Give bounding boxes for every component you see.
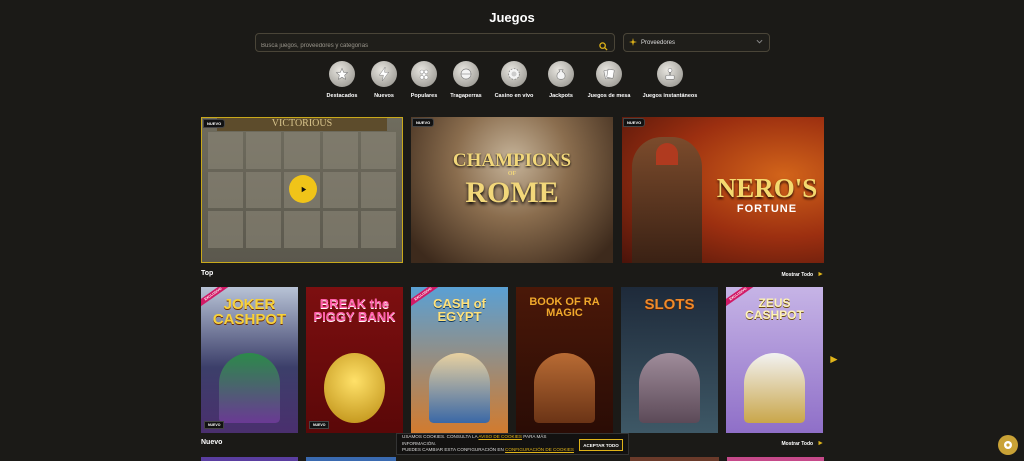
new-game-tile[interactable] xyxy=(630,457,719,461)
new-game-tile[interactable] xyxy=(727,457,824,461)
cleopatra-illustration xyxy=(429,353,490,423)
show-all-top-link[interactable]: Mostrar Todo ► xyxy=(781,271,824,278)
play-icon xyxy=(301,186,306,192)
chat-icon xyxy=(1004,441,1012,449)
explorer-illustration xyxy=(534,353,595,423)
game-tile-slots[interactable]: SLOTS xyxy=(621,287,718,433)
cookie-settings-link[interactable]: CONFIGURACIÓN DE COOKIES xyxy=(505,447,574,452)
new-badge: NUEVO xyxy=(412,118,435,127)
game-logo: VICTORIOUS xyxy=(217,118,387,131)
top-games-carousel: EXCLUSIVO JOKER CASHPOT NUEVO BREAK the … xyxy=(201,287,824,433)
warrior-illustration xyxy=(632,137,702,263)
section-title-top: Top xyxy=(201,270,214,277)
new-badge: NUEVO xyxy=(623,118,646,127)
arrow-right-icon: ► xyxy=(817,271,824,278)
game-tile-zeus-cashpot[interactable]: EXCLUSIVO ZEUS CASHPOT xyxy=(726,287,823,433)
accept-all-button[interactable]: ACEPTAR TODO xyxy=(579,439,623,451)
piggy-illustration xyxy=(324,353,385,423)
new-badge: NUEVO xyxy=(204,421,225,429)
show-all-label: Mostrar Todo xyxy=(781,271,814,278)
filter-icon xyxy=(629,37,637,48)
search-input[interactable] xyxy=(256,37,586,55)
show-all-new-link[interactable]: Mostrar Todo ► xyxy=(781,440,824,447)
zeus-illustration xyxy=(744,353,805,423)
game-title: BREAK the PIGGY BANK xyxy=(313,296,396,324)
cookie-text: USAMOS COOKIES. CONSULTA LA xyxy=(402,433,479,439)
game-title-line3: ROME xyxy=(465,176,559,209)
game-tile-break-the-piggy-bank[interactable]: BREAK the PIGGY BANK NUEVO xyxy=(306,287,403,433)
show-all-label: Mostrar Todo xyxy=(781,440,814,447)
game-tile-joker-cashpot[interactable]: EXCLUSIVO JOKER CASHPOT NUEVO xyxy=(201,287,298,433)
section-title-new: Nuevo xyxy=(201,439,223,446)
joystick-icon xyxy=(657,61,683,87)
providers-label: Proveedores xyxy=(641,39,676,46)
search-icon[interactable] xyxy=(599,38,608,56)
game-title: SLOTS xyxy=(644,296,695,313)
joker-illustration xyxy=(219,353,280,423)
game-title: BOOK OF RA MAGIC xyxy=(529,296,600,319)
cookie-text: PUEDES CAMBIAR ESTA CONFIGURACIÓN EN xyxy=(402,447,506,453)
new-badge: NUEVO xyxy=(203,119,226,128)
new-game-tile[interactable] xyxy=(201,457,298,461)
category-juegos-instantaneos[interactable]: Juegos instantáneos xyxy=(630,61,710,99)
game-title-line2: FORTUNE xyxy=(736,203,798,215)
chevron-down-icon xyxy=(756,39,763,46)
game-title-line1: CHAMPIONS xyxy=(452,150,572,171)
new-badge: NUEVO xyxy=(309,421,330,429)
game-title: JOKER CASHPOT xyxy=(212,296,287,328)
game-logo: CHAMPIONS OF ROME xyxy=(441,151,583,208)
game-title: ZEUS CASHPOT xyxy=(745,296,804,322)
page-title: Juegos xyxy=(489,10,535,25)
featured-game-neros-fortune[interactable]: NUEVO NERO'S FORTUNE xyxy=(622,117,824,263)
carousel-next-arrow-icon[interactable]: ► xyxy=(828,352,840,366)
game-logo: NERO'S FORTUNE xyxy=(712,173,822,216)
game-tile-cash-of-egypt[interactable]: EXCLUSIVO CASH of EGYPT xyxy=(411,287,508,433)
cookie-banner: USAMOS COOKIES. CONSULTA LA AVISO DE COO… xyxy=(396,433,629,455)
providers-dropdown[interactable]: Proveedores xyxy=(623,33,770,52)
game-title: CASH of EGYPT xyxy=(433,296,486,324)
cards-icon xyxy=(596,61,622,87)
search-box[interactable] xyxy=(255,33,615,55)
cookie-notice-link[interactable]: AVISO DE COOKIES xyxy=(478,434,522,439)
rat-illustration xyxy=(639,353,700,423)
category-label: Juegos instantáneos xyxy=(642,93,698,99)
game-title-line1: NERO'S xyxy=(716,173,818,203)
play-button[interactable] xyxy=(289,175,317,203)
category-nav: Destacados Nuevos Populares Tragaperras … xyxy=(0,61,1024,105)
arrow-right-icon: ► xyxy=(817,440,824,447)
game-tile-book-of-ra-magic[interactable]: BOOK OF RA MAGIC xyxy=(516,287,613,433)
chat-button[interactable] xyxy=(998,435,1018,455)
new-game-tile[interactable] xyxy=(306,457,396,461)
featured-game-champions-of-rome[interactable]: NUEVO CHAMPIONS OF ROME xyxy=(411,117,613,263)
featured-game-victorious[interactable]: NUEVO VICTORIOUS xyxy=(201,117,403,263)
cookie-message: USAMOS COOKIES. CONSULTA LA AVISO DE COO… xyxy=(402,434,580,455)
